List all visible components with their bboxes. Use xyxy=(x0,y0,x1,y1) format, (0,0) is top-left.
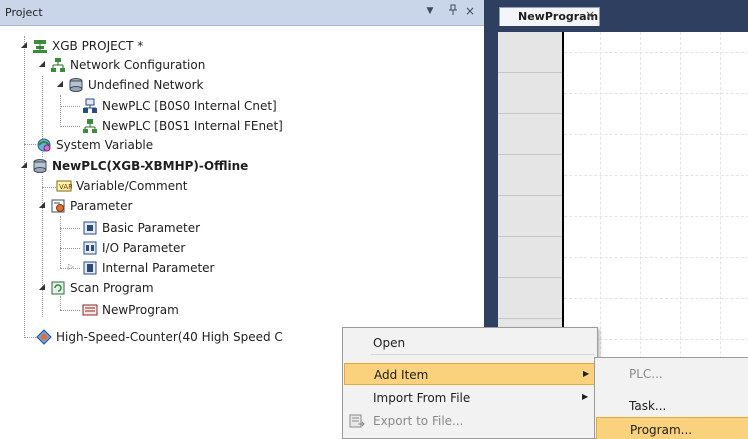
tab-newprogram[interactable]: NewProgram × xyxy=(499,7,600,26)
menu-item-label: Open xyxy=(373,336,406,350)
rung-cell[interactable] xyxy=(498,155,562,196)
menu-item-label: Add Item xyxy=(374,368,429,382)
expand-toggle-icon[interactable]: ◢ xyxy=(19,160,29,170)
high-speed-counter-icon xyxy=(36,329,52,345)
tree-item-label: Variable/Comment xyxy=(76,179,188,193)
pin-icon[interactable] xyxy=(446,4,460,19)
expand-toggle-icon[interactable]: ◢ xyxy=(19,40,29,50)
rung-cell[interactable] xyxy=(498,237,562,278)
add-item-submenu: PLC... Task... Program... xyxy=(594,357,748,439)
expand-toggle-icon[interactable]: ◢ xyxy=(37,59,47,69)
panel-dropdown-icon[interactable]: ▼ xyxy=(423,6,437,16)
svg-text:VAR: VAR xyxy=(59,183,72,191)
cnet-icon xyxy=(82,98,98,114)
tree-item-label: XGB PROJECT * xyxy=(52,39,144,53)
panel-title: Project xyxy=(5,6,43,19)
expand-toggle-icon[interactable]: ◢ xyxy=(55,79,65,89)
editor-tab-strip: NewProgram × xyxy=(484,0,748,26)
tree-item-label: NewPLC(XGB-XBMHP)-Offline xyxy=(52,159,249,173)
rung-cell[interactable] xyxy=(498,114,562,155)
tree-item-label: Basic Parameter xyxy=(102,221,201,235)
project-icon xyxy=(32,38,48,54)
menu-item-export-to-file[interactable]: Export to File... xyxy=(344,410,596,432)
expand-toggle-icon[interactable]: ◢ xyxy=(37,282,47,292)
export-icon xyxy=(349,413,365,429)
collapse-toggle-icon[interactable]: ▷ xyxy=(66,262,76,272)
rung-cell[interactable] xyxy=(498,196,562,237)
tree-item-label: NewPLC [B0S1 Internal FEnet] xyxy=(102,119,283,133)
expand-toggle-icon[interactable]: ◢ xyxy=(37,200,47,210)
rung-cell[interactable] xyxy=(498,73,562,114)
tree-item-label: High-Speed-Counter(40 High Speed C xyxy=(56,330,283,344)
menu-item-open[interactable]: Open xyxy=(344,332,596,354)
tree-item-label: Parameter xyxy=(70,199,133,213)
tree-item-label: NewProgram xyxy=(102,303,179,317)
variable-comment-icon: VAR xyxy=(56,178,72,194)
tree-item-label: NewPLC [B0S0 Internal Cnet] xyxy=(102,99,277,113)
tab-close-icon[interactable]: × xyxy=(585,8,595,22)
tree-item-label: Network Configuration xyxy=(70,58,206,72)
system-variable-icon xyxy=(36,137,52,153)
io-parameter-icon xyxy=(82,240,98,256)
submenu-arrow-icon: ▶ xyxy=(582,392,589,401)
tree-item-label: Scan Program xyxy=(70,281,154,295)
context-menu: Open Add Item ▶ Import From File ▶ Expor… xyxy=(342,327,598,439)
menu-item-label: Import From File xyxy=(373,391,471,405)
plc-icon xyxy=(32,158,48,174)
menu-item-import-from-file[interactable]: Import From File ▶ xyxy=(344,387,596,409)
network-icon xyxy=(50,57,66,73)
tree-item-label: Undefined Network xyxy=(88,78,204,92)
menu-item-label: Export to File... xyxy=(373,414,464,428)
submenu-arrow-icon: ▶ xyxy=(583,369,590,378)
tree-item-label: Internal Parameter xyxy=(102,261,215,275)
submenu-item-program[interactable]: Program... xyxy=(596,417,748,439)
basic-parameter-icon xyxy=(82,220,98,236)
internal-parameter-icon xyxy=(82,260,98,276)
submenu-item-label: Task... xyxy=(629,399,667,413)
rung-cell[interactable] xyxy=(498,32,562,73)
network-cylinder-icon xyxy=(68,77,84,93)
menu-item-add-item[interactable]: Add Item ▶ xyxy=(344,363,596,385)
close-panel-icon[interactable]: × xyxy=(463,4,477,18)
tree-item-label: I/O Parameter xyxy=(102,241,186,255)
scan-program-icon xyxy=(50,280,66,296)
project-panel-header: Project ▼ × xyxy=(0,0,484,26)
submenu-item-task[interactable]: Task... xyxy=(596,394,748,418)
parameter-icon xyxy=(50,198,66,214)
submenu-item-plc[interactable]: PLC... xyxy=(596,362,748,386)
program-icon xyxy=(82,302,98,318)
submenu-item-label: PLC... xyxy=(629,367,663,381)
rung-cell[interactable] xyxy=(498,278,562,319)
submenu-item-label: Program... xyxy=(630,423,693,437)
tree-item-label: System Variable xyxy=(56,138,154,152)
menu-separator xyxy=(371,354,595,355)
fenet-icon xyxy=(82,118,98,134)
